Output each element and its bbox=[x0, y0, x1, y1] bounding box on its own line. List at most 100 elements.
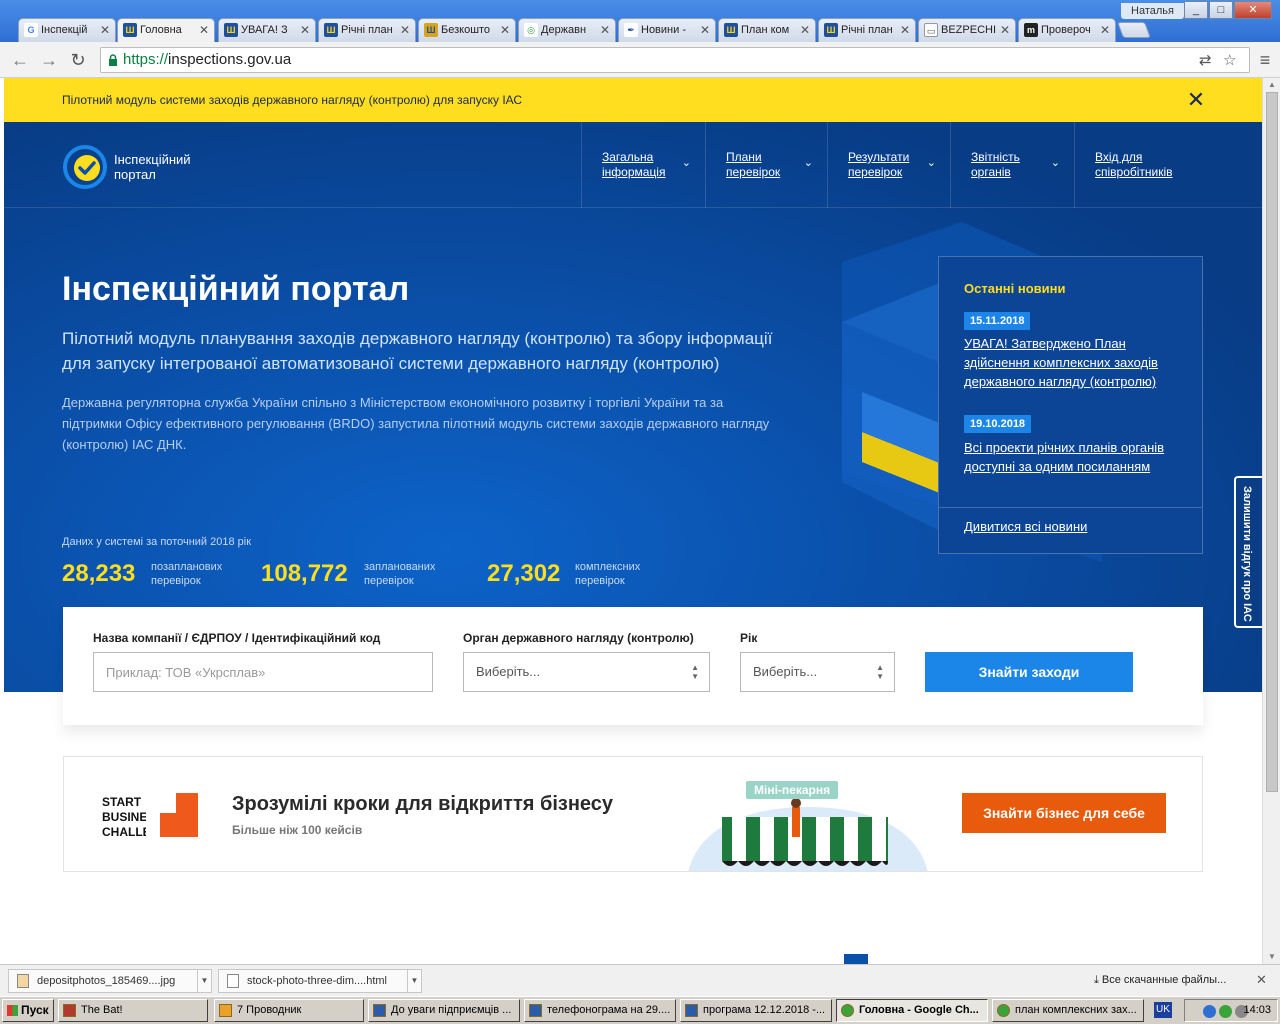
chevron-down-icon: ⌄ bbox=[926, 157, 936, 169]
document-favicon-icon: ▭ bbox=[924, 23, 938, 37]
bookmark-star-icon[interactable]: ☆ bbox=[1223, 51, 1236, 69]
portal-logo-text[interactable]: Інспекційний портал bbox=[114, 152, 234, 182]
tab-close-icon[interactable]: ✕ bbox=[900, 19, 910, 41]
nav-item-inspection-results[interactable]: Результати перевірок ⌄ bbox=[827, 122, 950, 208]
address-bar[interactable]: https://inspections.gov.ua ⇄ ☆ bbox=[100, 47, 1250, 73]
browser-tab-active[interactable]: Ш Головна ✕ bbox=[117, 18, 215, 43]
taskbar-item[interactable]: The Bat! bbox=[58, 999, 208, 1022]
find-business-button[interactable]: Знайти бізнес для себе bbox=[962, 793, 1166, 833]
chevron-down-icon[interactable]: ▼ bbox=[407, 970, 421, 992]
browser-menu-icon[interactable]: ≡ bbox=[1256, 50, 1274, 70]
taskbar-item[interactable]: До уваги підприємців ... bbox=[368, 999, 520, 1022]
tab-close-icon[interactable]: ✕ bbox=[800, 19, 810, 41]
trident-favicon-icon: Ш bbox=[324, 23, 338, 37]
nav-label: Загальна інформація bbox=[602, 150, 666, 179]
find-inspections-button[interactable]: Знайти заходи bbox=[925, 652, 1133, 692]
year-select[interactable]: Виберіть... ▲ ▼ bbox=[740, 652, 895, 692]
company-search-input[interactable] bbox=[93, 652, 433, 692]
download-shelf: depositphotos_185469....jpg ▼ stock-phot… bbox=[0, 964, 1280, 996]
stats-caption: Даних у системі за поточний 2018 рік bbox=[62, 536, 252, 548]
close-window-button[interactable]: ✕ bbox=[1234, 1, 1272, 19]
taskbar-item[interactable]: телефонограма на 29.... bbox=[524, 999, 676, 1022]
browser-tab[interactable]: Ш УВАГА! З ✕ bbox=[218, 18, 316, 42]
antivirus-icon[interactable] bbox=[1219, 1005, 1232, 1018]
hero-description: Державна регуляторна служба України спіл… bbox=[62, 395, 770, 452]
forward-arrow-icon[interactable]: → bbox=[37, 48, 61, 72]
feedback-tab[interactable]: Залишити відгук про ІАС bbox=[1234, 476, 1262, 628]
tab-close-icon[interactable]: ✕ bbox=[600, 19, 610, 41]
scrollbar-thumb[interactable] bbox=[1266, 92, 1278, 792]
close-icon[interactable]: ✕ bbox=[1184, 86, 1208, 114]
maximize-button[interactable]: □ bbox=[1209, 1, 1233, 19]
minimize-button[interactable]: _ bbox=[1184, 1, 1208, 19]
tab-close-icon[interactable]: ✕ bbox=[300, 19, 310, 41]
browser-tab[interactable]: ▭ BEZPECHI ✕ bbox=[918, 18, 1016, 42]
html-file-icon bbox=[227, 974, 239, 988]
page-scrollbar[interactable]: ▲ ▼ bbox=[1262, 78, 1280, 964]
promo-title: Зрозумілі кроки для відкриття бізнесу bbox=[232, 793, 614, 815]
new-tab-button[interactable] bbox=[1117, 22, 1151, 38]
stat-unscheduled-label: позапланових перевірок bbox=[151, 561, 223, 587]
nav-item-general-info[interactable]: Загальна інформація ⌄ bbox=[581, 122, 705, 208]
download-item[interactable]: depositphotos_185469....jpg ▼ bbox=[8, 969, 212, 993]
word-document-icon bbox=[529, 1004, 542, 1017]
download-item[interactable]: stock-photo-three-dim....html ▼ bbox=[218, 969, 422, 993]
tab-close-icon[interactable]: ✕ bbox=[500, 19, 510, 41]
system-tray: 14:03 bbox=[1184, 999, 1278, 1022]
news-link[interactable]: Всі проекти річних планів органів доступ… bbox=[964, 438, 1184, 476]
taskbar-item[interactable]: програма 12.12.2018 -... bbox=[680, 999, 832, 1022]
scroll-up-icon[interactable]: ▲ bbox=[1263, 78, 1280, 92]
show-all-downloads-link[interactable]: ⤓ Все скачанные файлы... bbox=[1094, 974, 1226, 987]
notice-text: Пілотний модуль системи заходів державно… bbox=[62, 93, 523, 107]
pilot-notice-banner: Пілотний модуль системи заходів державно… bbox=[4, 78, 1262, 122]
close-icon[interactable]: ✕ bbox=[1256, 972, 1267, 988]
tab-close-icon[interactable]: ✕ bbox=[700, 19, 710, 41]
google-favicon-icon: G bbox=[24, 23, 38, 37]
tab-close-icon[interactable]: ✕ bbox=[1100, 19, 1110, 41]
spiral-favicon-icon: ◎ bbox=[524, 23, 538, 37]
browser-tab[interactable]: Ш План ком ✕ bbox=[718, 18, 816, 42]
stat-scheduled-label: запланованих перевірок bbox=[364, 561, 436, 587]
browser-tab[interactable]: ◎ Державн ✕ bbox=[518, 18, 616, 42]
profile-name[interactable]: Наталья bbox=[1121, 3, 1184, 19]
browser-tab[interactable]: Ш Безкошто ✕ bbox=[418, 18, 516, 42]
taskbar-item[interactable]: 7 Проводник bbox=[214, 999, 364, 1022]
tab-close-icon[interactable]: ✕ bbox=[100, 19, 110, 41]
authority-select[interactable]: Виберіть... ▲ ▼ bbox=[463, 652, 710, 692]
taskbar-item[interactable]: план комплексних зах... bbox=[992, 999, 1144, 1022]
tab-close-icon[interactable]: ✕ bbox=[400, 19, 410, 41]
chevron-down-icon[interactable]: ▼ bbox=[197, 970, 211, 992]
translate-icon[interactable]: ⇄ bbox=[1199, 51, 1212, 69]
year-field-label: Рік bbox=[740, 631, 758, 645]
browser-tab[interactable]: ✒ Новини - ✕ bbox=[618, 18, 716, 42]
reload-icon[interactable]: ↻ bbox=[66, 48, 90, 72]
bat-icon bbox=[63, 1004, 76, 1017]
start-button[interactable]: Пуск bbox=[2, 999, 54, 1022]
browser-tab[interactable]: m Провероч ✕ bbox=[1018, 18, 1116, 42]
browser-tab[interactable]: G Інспекцій ✕ bbox=[18, 18, 116, 42]
nav-item-authority-reports[interactable]: Звітність органів ⌄ bbox=[950, 122, 1074, 208]
chevron-down-icon: ⌄ bbox=[681, 157, 691, 169]
browser-tab[interactable]: Ш Річні план ✕ bbox=[818, 18, 916, 42]
nav-item-inspection-plans[interactable]: Плани перевірок ⌄ bbox=[705, 122, 827, 208]
network-icon[interactable] bbox=[1203, 1005, 1216, 1018]
browser-tab[interactable]: Ш Річні план ✕ bbox=[318, 18, 416, 42]
all-news-link[interactable]: Дивитися всі новини bbox=[964, 519, 1087, 534]
language-indicator[interactable]: UK bbox=[1154, 1002, 1172, 1018]
tab-close-icon[interactable]: ✕ bbox=[199, 19, 209, 41]
below-fold-content bbox=[844, 954, 868, 964]
company-field-label: Назва компанії / ЄДРПОУ / Ідентифікаційн… bbox=[93, 631, 381, 645]
back-arrow-icon[interactable]: ← bbox=[8, 48, 32, 72]
news-link[interactable]: УВАГА! Затверджено План здійснення компл… bbox=[964, 334, 1184, 391]
nav-label: Результати перевірок bbox=[848, 150, 910, 179]
site-header: Інспекційний портал Загальна інформація ⌄… bbox=[4, 122, 1262, 208]
nav-label: Звітність органів bbox=[971, 150, 1020, 179]
nav-item-staff-login[interactable]: Вхід для співробітників bbox=[1074, 122, 1204, 208]
tab-close-icon[interactable]: ✕ bbox=[1000, 19, 1010, 41]
clock: 14:03 bbox=[1243, 1004, 1271, 1016]
scroll-down-icon[interactable]: ▼ bbox=[1263, 950, 1280, 964]
business-promo-banner: START BUSINESS CHALLENGE Зрозумілі кроки… bbox=[63, 756, 1203, 872]
divider bbox=[939, 507, 1202, 508]
taskbar-item-active[interactable]: Головна - Google Ch... bbox=[836, 999, 988, 1022]
portal-logo-icon[interactable] bbox=[62, 144, 108, 190]
